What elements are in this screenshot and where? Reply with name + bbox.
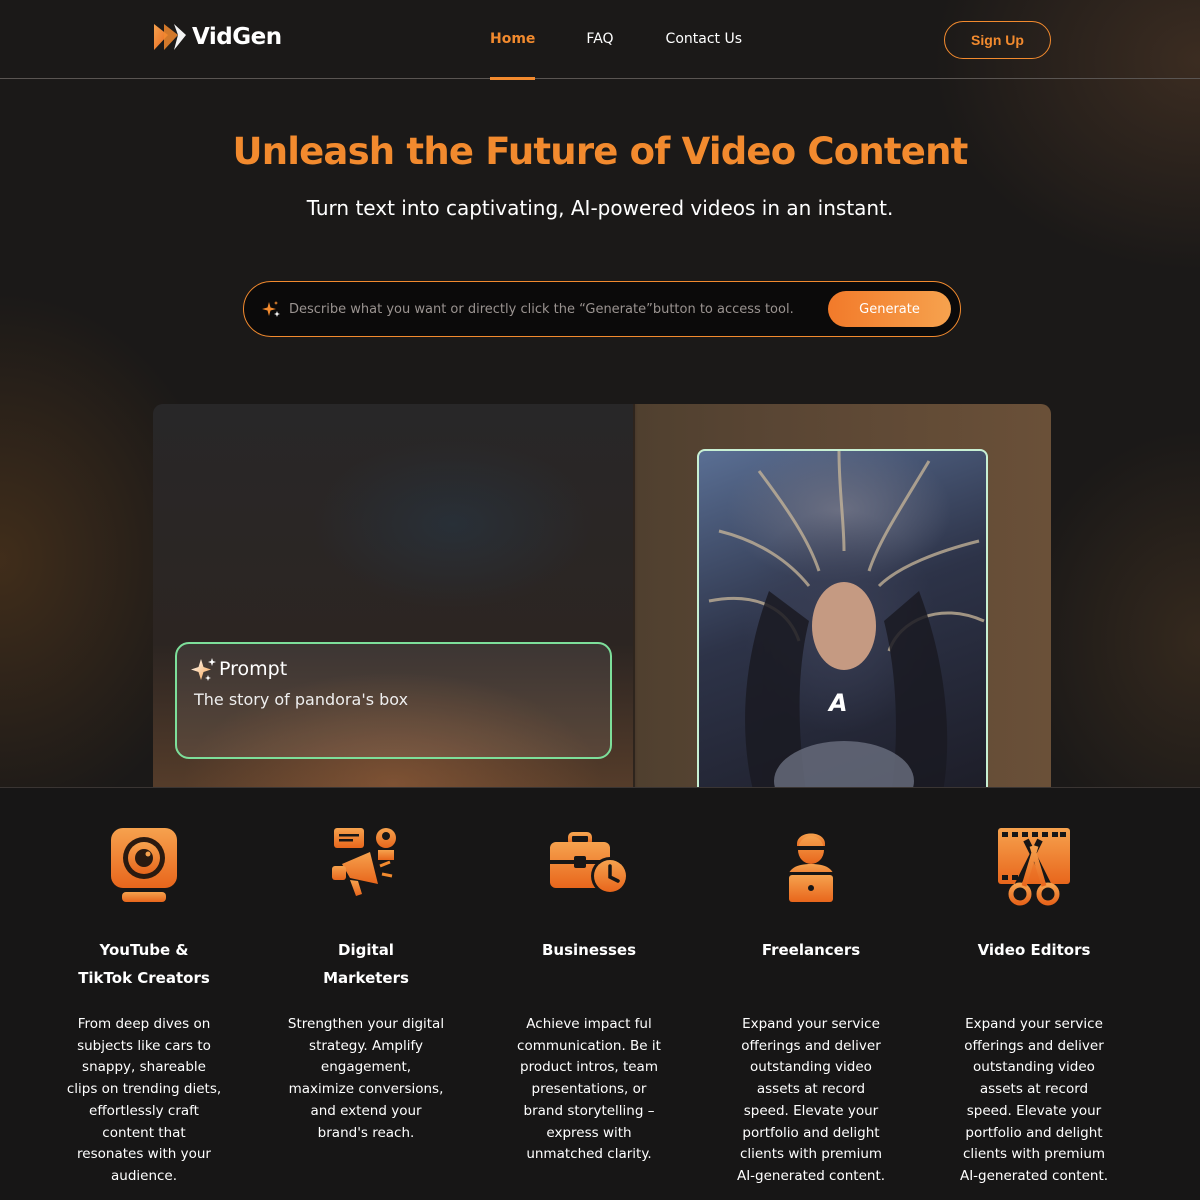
webcam-icon [111,828,177,902]
prompt-text: The story of pandora's box [194,690,409,709]
hero-section: VidGen Home FAQ Contact Us Sign Up Unlea… [0,0,1200,787]
feature-description: Expand your service offerings and deliver… [736,1016,886,1184]
prompt-title: Prompt [219,658,288,680]
feature-description: Achieve impact ful communication. Be it pr… [517,1016,661,1163]
video-preview[interactable]: A [697,449,988,787]
nav-links: Home FAQ Contact Us [490,0,742,80]
feature-title: Video Editors [977,941,1091,959]
hero-subhead: Turn text into captivating, AI-powered v… [306,196,894,220]
signup-button[interactable]: Sign Up [944,21,1051,59]
prompt-search-bar: Generate [243,281,961,337]
demo-divider [633,404,635,787]
hero-headline: Unleash the Future of Video Content [232,130,968,173]
feature-title: Digital Marketers [323,941,409,987]
logo[interactable]: VidGen [152,20,282,54]
generate-button[interactable]: Generate [828,291,951,327]
feature-description: From deep dives on subjects like cars to s… [66,1016,222,1184]
demo-panel: Prompt The story of pandora's box A [153,404,1051,787]
feature-title: Businesses [542,941,636,959]
prompt-card: Prompt The story of pandora's box [175,642,612,759]
logo-icon [154,24,186,50]
feature-title: YouTube & TikTok Creators [78,941,210,987]
megaphone-icon [332,828,396,896]
features-section: YouTube & TikTok Creators From deep dives… [0,787,1200,1200]
video-caption: A [829,689,848,717]
headdress-artwork [708,451,985,787]
feature-description: Strengthen your digital strategy. Amplify… [287,1016,445,1141]
sparkle-icon [262,301,280,317]
nav-home[interactable]: Home [490,0,536,80]
laptop-user-icon [786,833,836,904]
prompt-input[interactable] [289,296,829,322]
briefcase-clock-icon [550,832,629,895]
feature-title: Freelancers [761,941,861,959]
nav-faq[interactable]: FAQ [586,0,613,79]
feature-description: Expand your service offerings and deliver… [959,1016,1109,1184]
navbar: VidGen Home FAQ Contact Us Sign Up [0,0,1200,80]
film-scissors-icon [998,828,1070,906]
nav-contact[interactable]: Contact Us [666,0,742,79]
sparkle-icon [191,658,216,681]
logo-text: VidGen [192,24,282,50]
